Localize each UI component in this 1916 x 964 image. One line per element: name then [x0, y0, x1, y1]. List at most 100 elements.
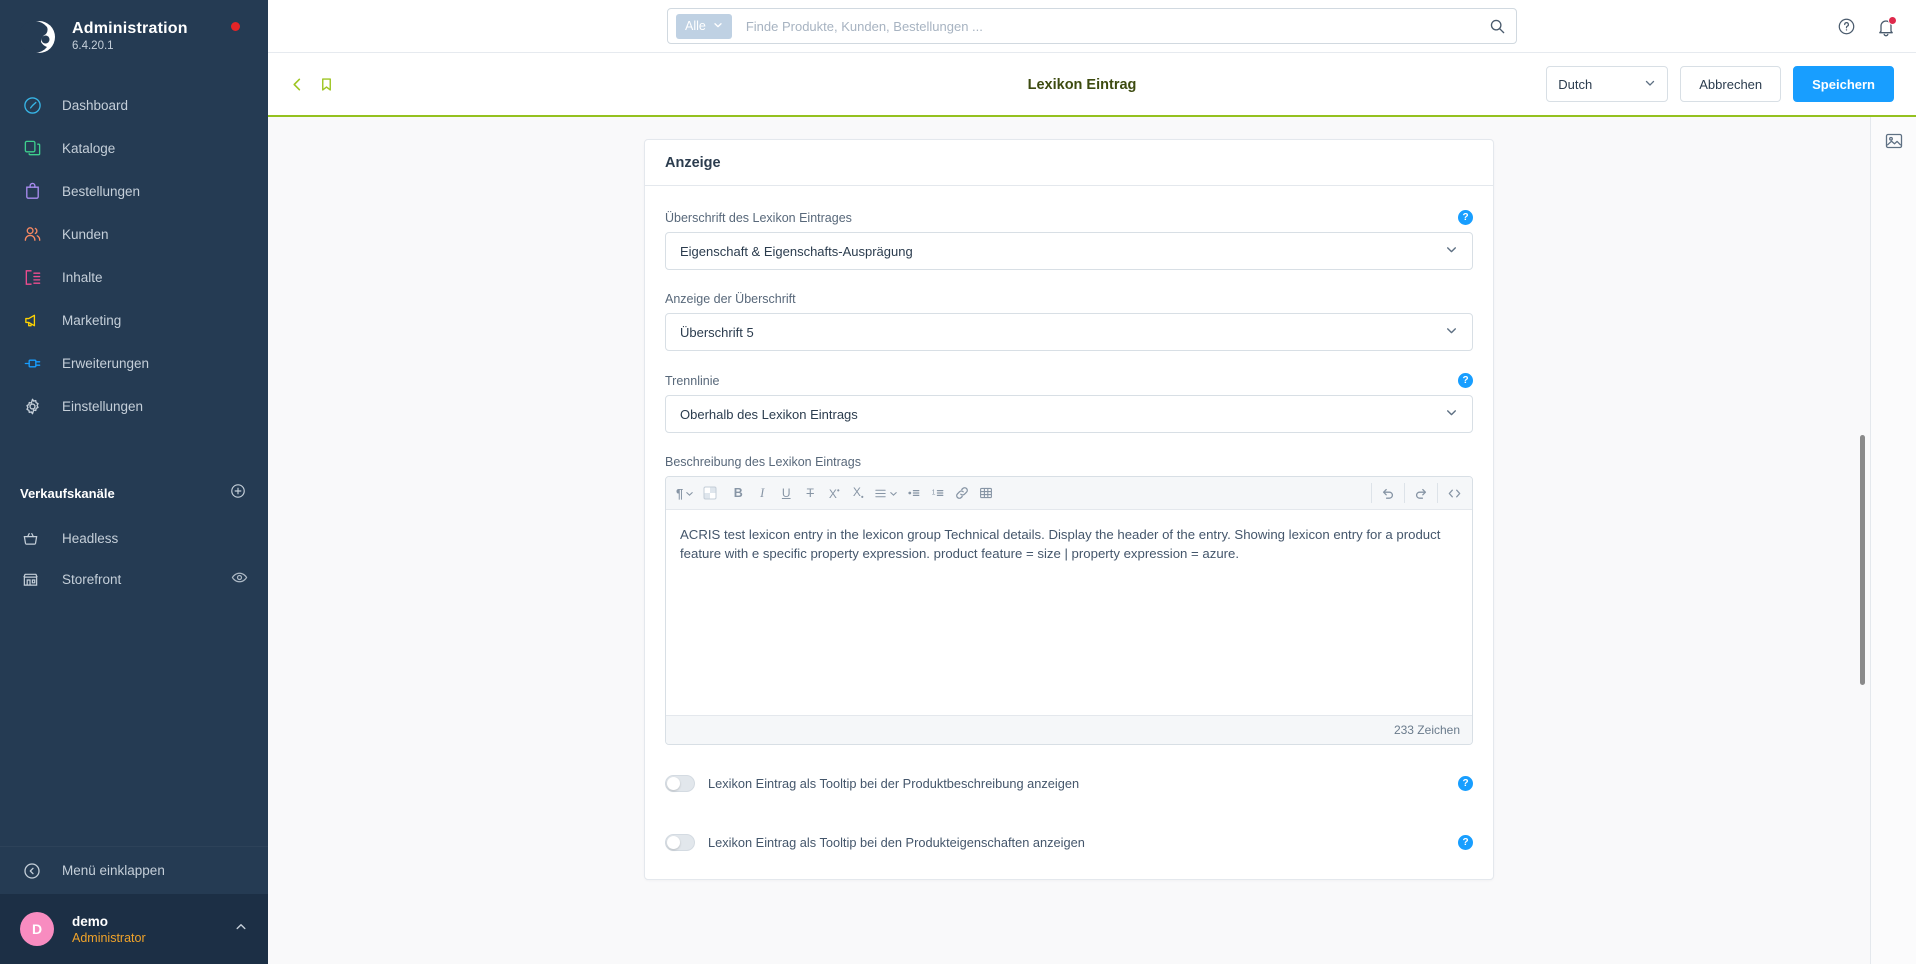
underline-icon[interactable]: U — [774, 481, 798, 506]
rich-text-editor: ¶ B I U T X• X• 1 ACRIS test lexicon ent… — [665, 476, 1473, 745]
toolbar-separator — [1404, 483, 1405, 503]
help-badge-icon[interactable]: ? — [1458, 835, 1473, 850]
search-scope-selector[interactable]: Alle — [676, 13, 732, 39]
plugin-icon — [20, 352, 44, 376]
field-label: Anzeige der Überschrift — [665, 292, 796, 306]
field-label-row: Trennlinie ? — [665, 373, 1473, 388]
select-ueberschrift-des-lexikon-eintrages[interactable]: Eigenschaft & Eigenschafts-Ausprägung — [665, 232, 1473, 270]
collapse-menu-label: Menü einklappen — [62, 863, 165, 878]
select-anzeige-der-ueberschrift[interactable]: Überschrift 5 — [665, 313, 1473, 351]
sales-channels-title: Verkaufskanäle — [20, 485, 115, 501]
sidebar-brand-title: Administration — [72, 20, 188, 37]
sales-channels-header: Verkaufskanäle — [0, 476, 268, 510]
bullet-list-icon[interactable] — [902, 481, 926, 506]
card-title: Anzeige — [645, 140, 1493, 186]
global-search: Alle — [667, 8, 1517, 44]
select-trennlinie[interactable]: Oberhalb des Lexikon Eintrags — [665, 395, 1473, 433]
chevron-left-icon[interactable] — [290, 77, 305, 92]
sidebar-item-label: Erweiterungen — [62, 356, 150, 371]
sidebar-brand[interactable]: Administration 6.4.20.1 — [0, 0, 268, 66]
field-ueberschrift-des-lexikon-eintrages: Überschrift des Lexikon Eintrages ? Eige… — [665, 210, 1473, 270]
sidebar-item-kataloge[interactable]: Kataloge — [0, 127, 268, 170]
eye-icon[interactable] — [231, 569, 248, 591]
smart-bar: Lexikon Eintrag Dutch Abbrechen Speicher… — [268, 53, 1916, 117]
help-badge-icon[interactable]: ? — [1458, 210, 1473, 225]
top-bar-actions — [1837, 0, 1897, 53]
save-button[interactable]: Speichern — [1793, 66, 1894, 102]
storefront-icon — [20, 568, 40, 592]
switch-row-produktbeschreibung: Lexikon Eintrag als Tooltip bei der Prod… — [665, 775, 1473, 792]
toggle-knob — [667, 836, 680, 849]
align-icon[interactable] — [870, 481, 902, 506]
ordered-list-icon[interactable]: 1 — [926, 481, 950, 506]
link-icon[interactable] — [950, 481, 974, 506]
toggle-tooltip-produktbeschreibung[interactable] — [665, 775, 695, 792]
chevron-down-icon — [1644, 77, 1656, 92]
superscript-icon[interactable]: X• — [822, 481, 846, 506]
avatar: D — [20, 912, 54, 946]
sidebar-item-label: Bestellungen — [62, 184, 141, 199]
sidebar-item-storefront[interactable]: Storefront — [0, 559, 268, 600]
switch-label: Lexikon Eintrag als Tooltip bei den Prod… — [708, 835, 1085, 850]
cancel-button[interactable]: Abbrechen — [1680, 66, 1782, 102]
table-icon[interactable] — [974, 481, 998, 506]
chevron-down-icon — [1445, 243, 1458, 259]
smart-bar-actions: Dutch Abbrechen Speichern — [1546, 66, 1894, 102]
vertical-scrollbar[interactable] — [1860, 435, 1865, 685]
bookmark-icon[interactable] — [319, 77, 334, 92]
search-box[interactable]: Alle — [667, 8, 1517, 44]
subscript-icon[interactable]: X• — [846, 481, 870, 506]
sidebar-item-erweiterungen[interactable]: Erweiterungen — [0, 342, 268, 385]
help-badge-icon[interactable]: ? — [1458, 373, 1473, 388]
language-select[interactable]: Dutch — [1546, 66, 1669, 102]
right-rail — [1870, 117, 1916, 964]
search-scope-label: Alle — [685, 19, 706, 33]
field-label: Beschreibung des Lexikon Eintrags — [665, 455, 861, 469]
svg-text:1: 1 — [932, 489, 936, 496]
user-menu[interactable]: D demo Administrator — [0, 894, 268, 964]
undo-icon[interactable] — [1376, 481, 1400, 506]
search-icon[interactable] — [1489, 18, 1506, 35]
sidebar-item-label: Marketing — [62, 313, 122, 328]
media-image-icon[interactable] — [1884, 131, 1904, 151]
content-icon — [20, 266, 44, 290]
strikethrough-icon[interactable]: T — [798, 481, 822, 506]
sidebar-item-kunden[interactable]: Kunden — [0, 213, 268, 256]
sidebar-item-marketing[interactable]: Marketing — [0, 299, 268, 342]
sidebar-item-inhalte[interactable]: Inhalte — [0, 256, 268, 299]
sidebar-item-label: Dashboard — [62, 98, 129, 113]
code-view-icon[interactable] — [1442, 481, 1466, 506]
sidebar-item-einstellungen[interactable]: Einstellungen — [0, 385, 268, 428]
bold-icon[interactable]: B — [726, 481, 750, 506]
sidebar-item-bestellungen[interactable]: Bestellungen — [0, 170, 268, 213]
sidebar-item-dashboard[interactable]: Dashboard — [0, 84, 268, 127]
sidebar-brand-version: 6.4.20.1 — [72, 40, 114, 52]
chevron-up-icon[interactable] — [234, 920, 248, 939]
paragraph-format-icon[interactable]: ¶ — [672, 481, 698, 506]
collapse-menu-button[interactable]: Menü einklappen — [0, 846, 268, 894]
sales-channel-list: Headless Storefront — [0, 518, 268, 600]
gear-icon — [20, 395, 44, 419]
bell-icon[interactable] — [1876, 15, 1897, 37]
text-color-icon[interactable] — [698, 481, 722, 506]
select-value: Überschrift 5 — [680, 324, 754, 340]
top-bar: Alle — [268, 0, 1916, 53]
editor-content[interactable]: ACRIS test lexicon entry in the lexicon … — [666, 510, 1472, 715]
sidebar-item-headless[interactable]: Headless — [0, 518, 268, 559]
customers-icon — [20, 223, 44, 247]
field-label-row: Beschreibung des Lexikon Eintrags — [665, 455, 1473, 469]
sales-channel-label: Storefront — [62, 572, 122, 587]
field-label: Überschrift des Lexikon Eintrages — [665, 210, 852, 225]
sales-channel-label: Headless — [62, 531, 119, 546]
main-region: Alle Finde Produkte, Kunden, Bestellunge… — [268, 0, 1916, 964]
help-badge-icon[interactable]: ? — [1458, 776, 1473, 791]
dashboard-icon — [20, 94, 44, 118]
sidebar-item-label: Kataloge — [62, 141, 116, 156]
help-circle-icon[interactable] — [1837, 17, 1856, 36]
redo-icon[interactable] — [1409, 481, 1433, 506]
plus-circle-icon[interactable] — [230, 483, 246, 504]
search-input[interactable] — [745, 18, 1489, 34]
italic-icon[interactable]: I — [750, 481, 774, 506]
toggle-tooltip-produkteigenschaften[interactable] — [665, 834, 695, 851]
